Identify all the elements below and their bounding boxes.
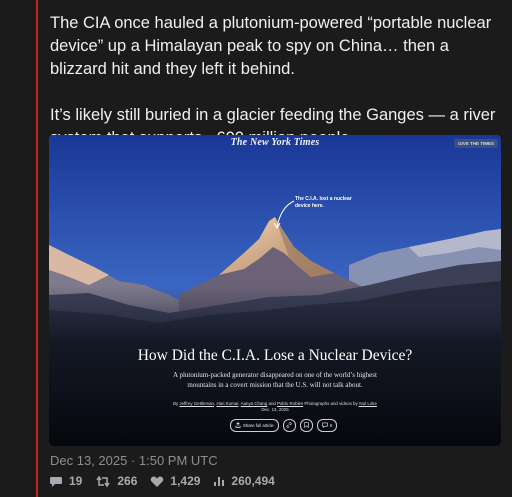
mountain-photo	[49, 135, 501, 446]
share-full-article-button[interactable]: Share full article	[230, 418, 279, 432]
engagement-bar: 19 266 1,429 260,494	[49, 474, 275, 488]
views-stat[interactable]: 260,494	[213, 474, 275, 488]
comments-button[interactable]: 6	[316, 418, 338, 432]
thread-line	[36, 0, 38, 497]
author-link[interactable]: Pablo Robles	[277, 401, 303, 406]
like-stat[interactable]: 1,429	[150, 474, 200, 488]
author-link[interactable]: Aanya Chang	[241, 401, 268, 406]
reply-count: 19	[69, 474, 83, 488]
repost-icon	[96, 475, 110, 487]
copy-link-button[interactable]	[282, 418, 296, 432]
byline-and: and	[268, 401, 276, 406]
article-dek: A plutonium-packed generator disappeared…	[173, 371, 377, 389]
share-icon	[235, 422, 241, 428]
repost-stat[interactable]: 266	[95, 474, 137, 488]
views-icon	[214, 477, 225, 486]
share-label: Share full article	[243, 422, 274, 428]
post-timestamp[interactable]: Dec 13, 2025 · 1:50 PM UTC	[50, 453, 218, 468]
post-text: The CIA once hauled a plutonium-powered …	[50, 14, 496, 147]
author-link[interactable]: Jeffrey Gettleman	[179, 401, 214, 406]
photo-annotation: The C.I.A. lost a nuclear device here.	[295, 196, 352, 209]
article-headline[interactable]: How Did the C.I.A. Lose a Nuclear Device…	[49, 347, 501, 365]
comment-count: 6	[329, 422, 333, 428]
article-date: Dec. 13, 2025	[261, 407, 289, 412]
bookmark-icon	[304, 422, 309, 428]
photographer-link[interactable]: Atul Loke	[359, 401, 377, 406]
reply-icon	[50, 476, 62, 487]
heart-icon	[151, 476, 164, 487]
repost-count: 266	[117, 474, 138, 488]
comment-icon	[322, 422, 328, 428]
give-the-times-button[interactable]: GIVE THE TIMES	[453, 139, 498, 148]
views-count: 260,494	[231, 474, 275, 488]
byline-separator: ,	[238, 401, 240, 406]
author-link[interactable]: Hari Kumar	[216, 401, 238, 406]
article-byline: By Jeffrey Gettleman, Hari Kumar, Aanya …	[139, 401, 411, 413]
byline-photo-credit: Photographs and videos by	[304, 401, 358, 406]
like-count: 1,429	[170, 474, 201, 488]
reply-stat[interactable]: 19	[49, 474, 82, 488]
save-button[interactable]	[299, 418, 313, 432]
byline-prefix: By	[173, 401, 179, 406]
article-card[interactable]: The New York Times GIVE THE TIMES The C.…	[49, 135, 501, 446]
article-action-bar: Share full article 6	[230, 418, 338, 432]
link-icon	[286, 422, 292, 428]
nyt-masthead: The New York Times	[230, 137, 320, 148]
